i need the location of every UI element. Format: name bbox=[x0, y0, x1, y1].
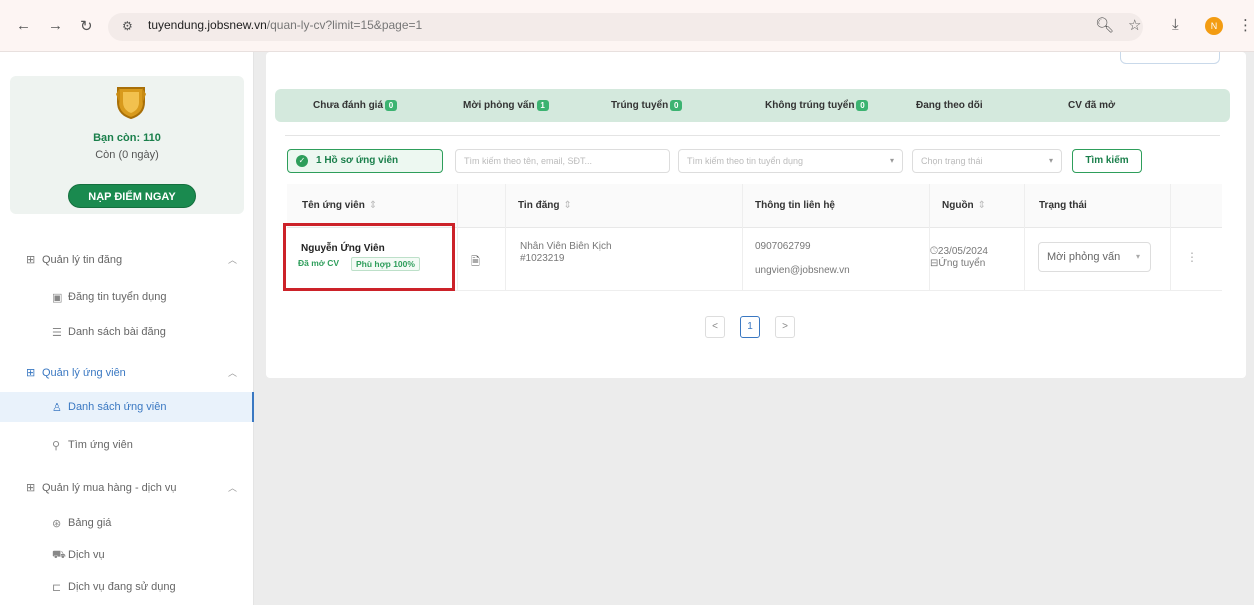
col-status: Trạng thái bbox=[1039, 200, 1087, 211]
tab-not-reviewed[interactable]: Chưa đánh giá 0 bbox=[313, 100, 398, 111]
source-type: ⊟Ứng tuyển bbox=[930, 258, 986, 269]
highlight-box bbox=[283, 223, 455, 291]
sidebar-item-active-services[interactable]: ⊏ Dịch vụ đang sử dụng bbox=[0, 572, 254, 602]
tab-following[interactable]: Đang theo dõi bbox=[916, 100, 983, 111]
table-header: Tên ứng viên ⇕ Tin đăng ⇕ Thông tin liên h… bbox=[287, 184, 1222, 228]
chevron-up-icon: ︿ bbox=[228, 368, 238, 378]
search-icon: ⚲ bbox=[52, 440, 61, 452]
download-icon[interactable]: ⤓ bbox=[1172, 16, 1179, 33]
sort-icon: ⇕ bbox=[368, 200, 378, 211]
contact-email: ungvien@jobsnew.vn bbox=[755, 265, 850, 276]
col-candidate-name[interactable]: Tên ứng viên ⇕ bbox=[302, 200, 377, 211]
sort-icon: ⇕ bbox=[977, 200, 987, 211]
chevron-up-icon: ︿ bbox=[228, 483, 238, 493]
balance-text: Bạn còn: 110 bbox=[93, 132, 161, 144]
list-icon: ☰ bbox=[52, 327, 62, 339]
medal-icon bbox=[116, 87, 146, 120]
sidebar-item-services[interactable]: ⛟ Dịch vụ bbox=[0, 540, 254, 570]
sidebar-item-post-job[interactable]: ▣ Đăng tin tuyển dụng bbox=[0, 282, 254, 312]
next-page-button[interactable]: > bbox=[775, 316, 795, 338]
sidebar-item-price-list[interactable]: ⊛ Bảng giá bbox=[0, 508, 254, 538]
chevron-down-icon: ▾ bbox=[1048, 156, 1053, 165]
col-job-post[interactable]: Tin đăng ⇕ bbox=[518, 200, 572, 211]
grid-icon: ⊞ bbox=[26, 254, 36, 266]
tab-interview[interactable]: Mời phỏng vấn 1 bbox=[463, 100, 549, 111]
column-divider bbox=[457, 184, 458, 291]
page-1-button[interactable]: 1 bbox=[740, 316, 760, 338]
job-title[interactable]: Nhân Viên Biên Kịch bbox=[520, 241, 612, 252]
profile-avatar[interactable]: N bbox=[1205, 17, 1223, 35]
contact-phone: 0907062799 bbox=[755, 241, 811, 252]
job-select[interactable]: Tìm kiếm theo tin tuyển dụng ▾ bbox=[678, 149, 903, 173]
cart-icon: ⛟ bbox=[52, 549, 66, 561]
candidate-status-select[interactable]: Mời phỏng vấn ▾ bbox=[1038, 242, 1151, 272]
col-source[interactable]: Nguồn ⇕ bbox=[942, 200, 986, 211]
prev-page-button[interactable]: < bbox=[705, 316, 725, 338]
col-contact: Thông tin liên hệ bbox=[755, 200, 835, 211]
url-text[interactable]: tuyendung.jobsnew.vn/quan-ly-cv?limit=15… bbox=[148, 18, 422, 32]
sidebar-item-post-list[interactable]: ☰ Danh sách bài đăng bbox=[0, 317, 254, 347]
service-icon: ⊏ bbox=[52, 582, 62, 594]
chevron-down-icon: ▾ bbox=[1135, 252, 1140, 261]
post-icon: ▣ bbox=[52, 292, 63, 304]
days-left-text: Còn (0 ngày) bbox=[95, 149, 159, 161]
status-filter-select[interactable]: Chọn trạng thái ▾ bbox=[912, 149, 1062, 173]
menu-group-purchases[interactable]: ⊞ Quản lý mua hàng - dịch vụ ︿ bbox=[0, 474, 254, 502]
price-icon: ⊛ bbox=[52, 518, 62, 530]
more-icon[interactable]: ⋮ bbox=[1238, 16, 1253, 34]
chevron-up-icon: ︿ bbox=[228, 255, 238, 265]
result-count-badge: ✓ 1 Hồ sơ ứng viên bbox=[287, 149, 443, 173]
star-icon[interactable]: ☆ bbox=[1128, 16, 1141, 34]
sidebar-item-candidate-list[interactable]: ♙ Danh sách ứng viên bbox=[0, 392, 254, 422]
column-divider bbox=[1024, 184, 1025, 291]
tab-rejected[interactable]: Không trúng tuyển 0 bbox=[765, 100, 869, 111]
forward-icon[interactable]: → bbox=[48, 17, 63, 34]
zoom-icon[interactable]: 🔍︎ bbox=[1095, 16, 1114, 34]
menu-group-candidates[interactable]: ⊞ Quản lý ứng viên ︿ bbox=[0, 359, 254, 387]
clock-icon: 🕓︎ bbox=[930, 246, 938, 257]
job-id: #1023219 bbox=[520, 253, 565, 264]
column-divider bbox=[505, 184, 506, 291]
menu-group-posts[interactable]: ⊞ Quản lý tin đăng ︿ bbox=[0, 246, 254, 274]
search-input[interactable]: Tìm kiếm theo tên, email, SĐT... bbox=[455, 149, 670, 173]
chevron-down-icon: ▾ bbox=[889, 156, 894, 165]
user-icon: ♙ bbox=[52, 402, 62, 414]
source-date: 🕓︎23/05/2024 bbox=[930, 246, 988, 257]
grid-icon: ⊞ bbox=[26, 367, 36, 379]
row-more-icon[interactable]: ⋮ bbox=[1186, 250, 1198, 264]
column-divider bbox=[929, 184, 930, 291]
check-circle-icon: ✓ bbox=[296, 155, 308, 167]
column-divider bbox=[742, 184, 743, 291]
tab-hired[interactable]: Trúng tuyển 0 bbox=[611, 100, 683, 111]
search-button[interactable]: Tìm kiếm bbox=[1072, 149, 1142, 173]
reload-icon[interactable]: ↻ bbox=[80, 17, 93, 35]
sidebar-item-find-candidate[interactable]: ⚲ Tìm ứng viên bbox=[0, 430, 254, 460]
status-tabs: Chưa đánh giá 0 Mời phỏng vấn 1 Trúng tuyể… bbox=[275, 89, 1230, 122]
tab-cv-opened[interactable]: CV đã mở bbox=[1068, 100, 1115, 111]
sort-icon: ⇕ bbox=[563, 200, 572, 211]
points-card: Bạn còn: 110 Còn (0 ngày) NẠP ĐIỂM NGAY bbox=[10, 76, 244, 214]
browser-toolbar: ← → ↻ ⚙ tuyendung.jobsnew.vn/quan-ly-cv?… bbox=[0, 0, 1254, 52]
site-settings-icon[interactable]: ⚙ bbox=[122, 19, 133, 33]
divider bbox=[285, 135, 1220, 136]
column-divider bbox=[1170, 184, 1171, 291]
cv-document-icon[interactable]: 🗎 bbox=[471, 253, 480, 272]
grid-icon: ⊞ bbox=[26, 482, 36, 494]
header-button-edge bbox=[1120, 52, 1220, 64]
back-icon[interactable]: ← bbox=[16, 17, 31, 34]
topup-button[interactable]: NẠP ĐIỂM NGAY bbox=[68, 184, 196, 208]
